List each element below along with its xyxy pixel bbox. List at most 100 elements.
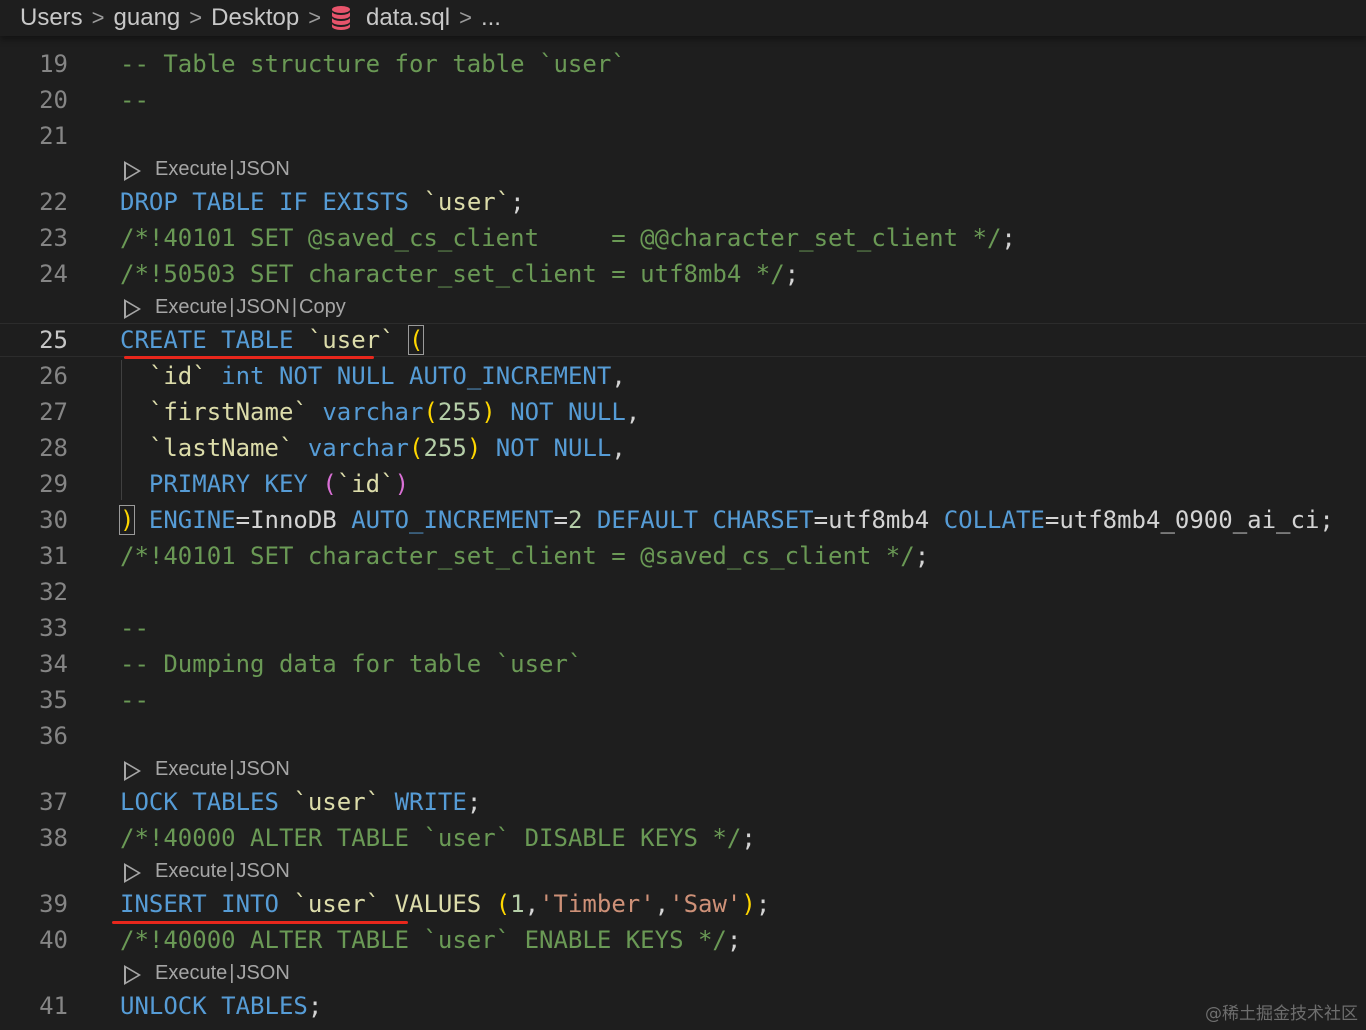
breadcrumb-item-guang[interactable]: guang [114, 4, 181, 32]
code-line-37[interactable]: 37 LOCK TABLES `user` WRITE; [0, 784, 1366, 820]
breadcrumb-item-desktop[interactable]: Desktop [211, 4, 299, 32]
line-number: 41 [39, 992, 68, 1020]
comment: -- [120, 614, 149, 642]
code-text: `firstName` varchar(255) NOT NULL, [148, 398, 641, 426]
json-link[interactable]: JSON [236, 962, 289, 985]
line-number: 34 [39, 650, 68, 678]
code-line-25[interactable]: 25 CREATE TABLE `user` ( [0, 322, 1366, 358]
code-text: /*!40000 ALTER TABLE `user` DISABLE KEYS… [120, 824, 756, 852]
line-number-active: 25 [39, 326, 68, 354]
breadcrumb: Users > guang > Desktop > data.sql > ... [0, 0, 1366, 36]
code-text: PRIMARY KEY (`id`) [148, 470, 410, 498]
code-text: `lastName` varchar(255) NOT NULL, [148, 434, 626, 462]
execute-link[interactable]: Execute [155, 758, 227, 781]
line-number: 31 [39, 542, 68, 570]
code-line-22[interactable]: 22 DROP TABLE IF EXISTS `user`; [0, 184, 1366, 220]
lens-separator: | [229, 859, 235, 882]
code-line-34[interactable]: 34 -- Dumping data for table `user` [0, 646, 1366, 682]
execute-link[interactable]: Execute [155, 296, 227, 319]
code-text: UNLOCK TABLES; [120, 992, 323, 1020]
line-number: 24 [39, 260, 68, 288]
code-text: DROP TABLE IF EXISTS `user`; [120, 188, 525, 216]
code-line-39[interactable]: 39 INSERT INTO `user` VALUES (1,'Timber'… [0, 886, 1366, 922]
code-line-30[interactable]: 30 ) ENGINE=InnoDB AUTO_INCREMENT=2 DEFA… [0, 502, 1366, 538]
code-line-26[interactable]: 26 `id` int NOT NULL AUTO_INCREMENT, [0, 358, 1366, 394]
play-icon[interactable] [124, 161, 141, 181]
code-text: LOCK TABLES `user` WRITE; [120, 788, 482, 816]
breadcrumb-item-users[interactable]: Users [20, 4, 83, 32]
code-line-23[interactable]: 23 /*!40101 SET @saved_cs_client = @@cha… [0, 220, 1366, 256]
line-number: 27 [39, 398, 68, 426]
line-number: 20 [39, 86, 68, 114]
line-number: 29 [39, 470, 68, 498]
lens-separator: | [229, 295, 235, 318]
code-line-31[interactable]: 31 /*!40101 SET character_set_client = @… [0, 538, 1366, 574]
play-icon[interactable] [124, 299, 141, 319]
line-number: 35 [39, 686, 68, 714]
line-number: 38 [39, 824, 68, 852]
matched-bracket: ( [407, 325, 425, 355]
chevron-right-icon: > [91, 5, 105, 30]
code-line-19[interactable]: 19 -- Table structure for table `user` [0, 46, 1366, 82]
code-line-21[interactable]: 21 [0, 118, 1366, 154]
code-line-20[interactable]: 20 -- [0, 82, 1366, 118]
line-number: 37 [39, 788, 68, 816]
code-text: /*!40101 SET @saved_cs_client = @@charac… [120, 224, 1016, 252]
comment: -- Table structure for table `user` [120, 50, 626, 78]
execute-link[interactable]: Execute [155, 860, 227, 883]
line-number: 23 [39, 224, 68, 252]
line-number: 36 [39, 722, 68, 750]
code-line-28[interactable]: 28 `lastName` varchar(255) NOT NULL, [0, 430, 1366, 466]
code-text: /*!40000 ALTER TABLE `user` ENABLE KEYS … [120, 926, 742, 954]
lens-separator: | [229, 961, 235, 984]
code-lens: Execute | JSON [124, 855, 290, 887]
line-number: 28 [39, 434, 68, 462]
code-line-27[interactable]: 27 `firstName` varchar(255) NOT NULL, [0, 394, 1366, 430]
line-number: 21 [39, 122, 68, 150]
code-line-24[interactable]: 24 /*!50503 SET character_set_client = u… [0, 256, 1366, 292]
json-link[interactable]: JSON [236, 296, 289, 319]
chevron-right-icon: > [189, 5, 203, 30]
json-link[interactable]: JSON [236, 158, 289, 181]
code-line-29[interactable]: 29 PRIMARY KEY (`id`) [0, 466, 1366, 502]
code-text: /*!50503 SET character_set_client = utf8… [120, 260, 800, 288]
code-text: INSERT INTO `user` VALUES (1,'Timber','S… [120, 890, 771, 918]
comment: -- [120, 686, 149, 714]
line-number: 32 [39, 578, 68, 606]
code-line-40[interactable]: 40 /*!40000 ALTER TABLE `user` ENABLE KE… [0, 922, 1366, 958]
play-icon[interactable] [124, 761, 141, 781]
line-number: 22 [39, 188, 68, 216]
breadcrumb-item-data-sql[interactable]: data.sql [366, 4, 450, 32]
chevron-right-icon: > [308, 5, 322, 30]
play-icon[interactable] [124, 863, 141, 883]
line-number: 39 [39, 890, 68, 918]
watermark: @稀土掘金技术社区 [1205, 1004, 1358, 1024]
execute-link[interactable]: Execute [155, 158, 227, 181]
copy-link[interactable]: Copy [299, 296, 346, 319]
code-lens: Execute | JSON [124, 153, 290, 185]
chevron-right-icon: > [459, 5, 472, 30]
code-text: CREATE TABLE `user` ( [120, 325, 425, 355]
code-text: ) ENGINE=InnoDB AUTO_INCREMENT=2 DEFAULT… [118, 505, 1334, 535]
code-lens: Execute | JSON [124, 753, 290, 785]
code-line-38[interactable]: 38 /*!40000 ALTER TABLE `user` DISABLE K… [0, 820, 1366, 856]
line-number: 30 [39, 506, 68, 534]
code-line-41[interactable]: 41 UNLOCK TABLES; [0, 988, 1366, 1024]
code-line-36[interactable]: 36 [0, 718, 1366, 754]
json-link[interactable]: JSON [236, 758, 289, 781]
code-text: /*!40101 SET character_set_client = @sav… [120, 542, 930, 570]
code-line-32[interactable]: 32 [0, 574, 1366, 610]
lens-separator: | [229, 757, 235, 780]
code-text: `id` int NOT NULL AUTO_INCREMENT, [148, 362, 626, 390]
code-editor[interactable]: 19 -- Table structure for table `user` 2… [0, 0, 1366, 1030]
breadcrumb-item-symbol[interactable]: ... [481, 4, 501, 32]
code-lens: Execute | JSON [124, 957, 290, 989]
json-link[interactable]: JSON [236, 860, 289, 883]
code-lens: Execute | JSON | Copy [124, 291, 346, 323]
comment: -- [120, 86, 149, 114]
code-line-33[interactable]: 33 -- [0, 610, 1366, 646]
code-line-35[interactable]: 35 -- [0, 682, 1366, 718]
execute-link[interactable]: Execute [155, 962, 227, 985]
play-icon[interactable] [124, 965, 141, 985]
matched-bracket: ) [118, 505, 136, 535]
